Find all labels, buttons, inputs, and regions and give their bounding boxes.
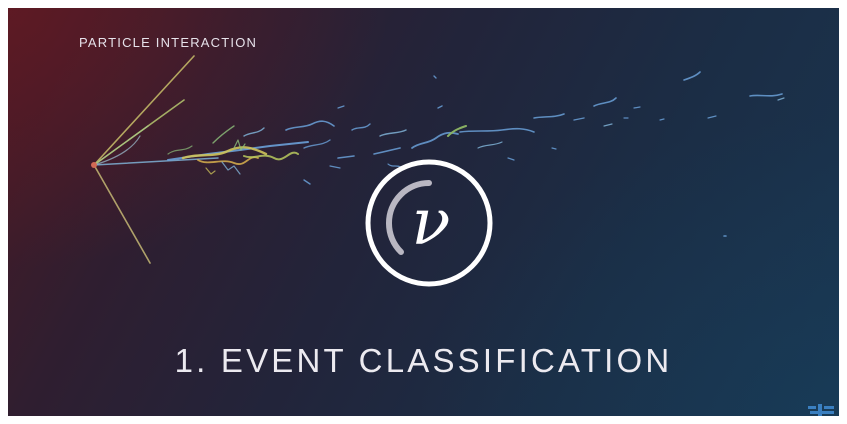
brand-mark-icon (808, 404, 834, 416)
slide-title: 1. EVENT CLASSIFICATION (174, 342, 673, 379)
section-label: PARTICLE INTERACTION (79, 35, 258, 50)
nu-symbol: ν (411, 186, 451, 260)
slide: PARTICLE INTERACTION ν 1. EVENT CLASSIFI… (8, 8, 839, 416)
neutrino-logo: ν (363, 157, 495, 289)
